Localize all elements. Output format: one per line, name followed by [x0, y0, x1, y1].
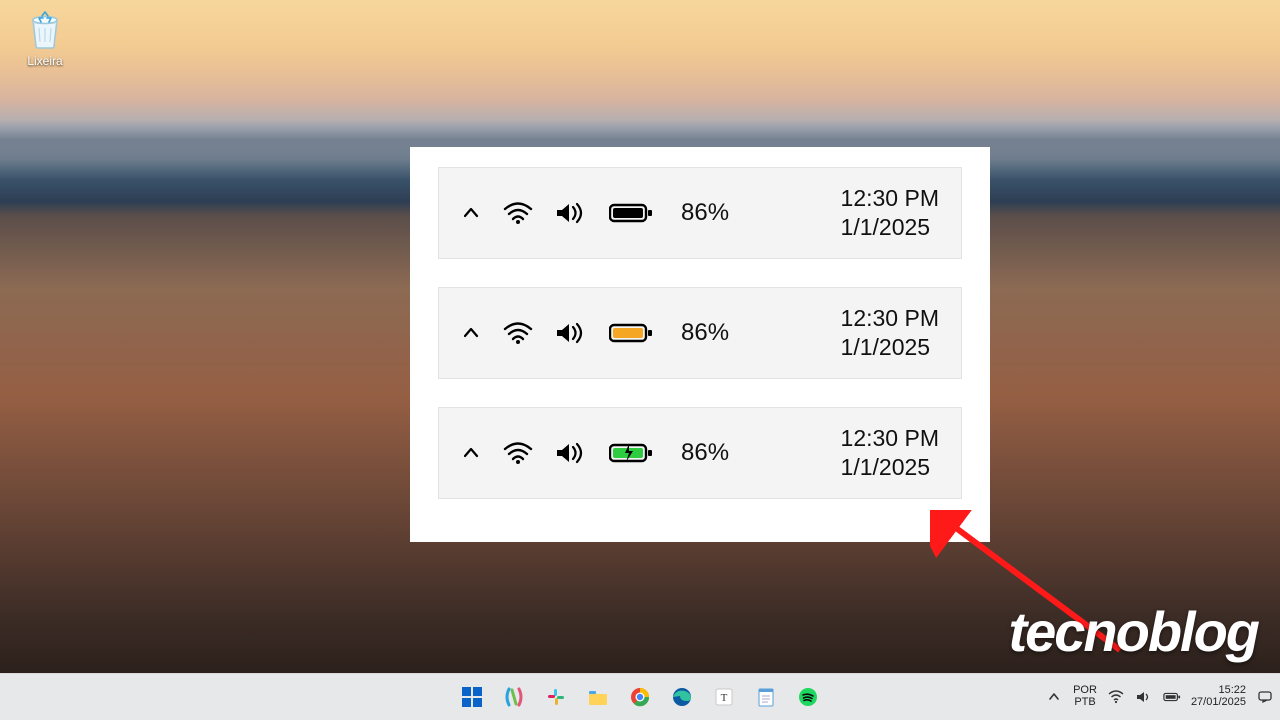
recycle-bin-icon: [23, 8, 67, 52]
battery-icon: [1163, 691, 1181, 703]
tray-time: 12:30 PM: [841, 304, 939, 333]
chevron-up-icon[interactable]: [461, 443, 481, 463]
taskbar-app-spotify[interactable]: [791, 680, 825, 714]
taskbar-app-chrome[interactable]: [623, 680, 657, 714]
volume-icon[interactable]: [555, 441, 587, 465]
recycle-bin-label: Lixeira: [10, 54, 80, 68]
taskbar-app-text[interactable]: T: [707, 680, 741, 714]
battery-icon[interactable]: [609, 202, 653, 224]
taskbar-clock[interactable]: 15:22 27/01/2025: [1191, 685, 1246, 708]
taskbar-app-notepad[interactable]: [749, 680, 783, 714]
battery-percent: 86%: [681, 439, 729, 467]
edge-icon: [672, 687, 692, 707]
tray-date: 1/1/2025: [841, 453, 939, 482]
tray-notifications[interactable]: [1256, 688, 1274, 706]
svg-text:T: T: [721, 692, 728, 704]
tray-examples-card: 86% 12:30 PM 1/1/2025 86% 12:30 PM 1/1/2…: [410, 147, 990, 542]
notification-icon: [1257, 689, 1273, 705]
copilot-icon: [503, 686, 525, 708]
tray-wifi[interactable]: [1107, 688, 1125, 706]
tray-datetime[interactable]: 12:30 PM 1/1/2025: [841, 304, 939, 362]
wifi-icon[interactable]: [503, 441, 533, 465]
notepad-icon: [756, 686, 776, 708]
tray-date: 1/1/2025: [841, 213, 939, 242]
taskbar-date: 27/01/2025: [1191, 697, 1246, 709]
recycle-bin[interactable]: Lixeira: [10, 8, 80, 68]
slack-icon: [546, 687, 566, 707]
chevron-up-icon[interactable]: [461, 323, 481, 343]
battery-icon[interactable]: [609, 322, 653, 344]
tray-time: 12:30 PM: [841, 184, 939, 213]
chevron-up-icon: [1048, 691, 1060, 703]
battery-percent: 86%: [681, 319, 729, 347]
taskbar-system-tray: POR PTB 15:22 27/01/2025: [1045, 685, 1274, 708]
tray-date: 1/1/2025: [841, 333, 939, 362]
folder-icon: [587, 687, 609, 707]
wifi-icon: [1108, 690, 1124, 704]
volume-icon[interactable]: [555, 321, 587, 345]
start-button[interactable]: [455, 680, 489, 714]
tray-overflow-button[interactable]: [1045, 688, 1063, 706]
tray-battery[interactable]: [1163, 688, 1181, 706]
chevron-up-icon[interactable]: [461, 203, 481, 223]
taskbar-app-copilot[interactable]: [497, 680, 531, 714]
volume-icon: [1136, 690, 1152, 704]
taskbar-app-edge[interactable]: [665, 680, 699, 714]
tray-datetime[interactable]: 12:30 PM 1/1/2025: [841, 184, 939, 242]
taskbar-app-slack[interactable]: [539, 680, 573, 714]
volume-icon[interactable]: [555, 201, 587, 225]
tray-sample: 86% 12:30 PM 1/1/2025: [438, 167, 962, 259]
text-app-icon: T: [714, 687, 734, 707]
wifi-icon[interactable]: [503, 201, 533, 225]
taskbar-app-explorer[interactable]: [581, 680, 615, 714]
tray-volume[interactable]: [1135, 688, 1153, 706]
tray-sample: 86% 12:30 PM 1/1/2025: [438, 287, 962, 379]
wifi-icon[interactable]: [503, 321, 533, 345]
tray-time: 12:30 PM: [841, 424, 939, 453]
spotify-icon: [798, 687, 818, 707]
battery-percent: 86%: [681, 199, 729, 227]
lang-line2: PTB: [1073, 697, 1097, 709]
battery-charging-icon[interactable]: [609, 442, 653, 464]
tray-sample: 86% 12:30 PM 1/1/2025: [438, 407, 962, 499]
windows-icon: [461, 686, 483, 708]
language-indicator[interactable]: POR PTB: [1073, 685, 1097, 708]
taskbar-pinned-apps: T: [455, 680, 825, 714]
chrome-icon: [630, 687, 650, 707]
tray-datetime[interactable]: 12:30 PM 1/1/2025: [841, 424, 939, 482]
taskbar: T POR PTB 15:22 27/01/2025: [0, 673, 1280, 720]
watermark: tecnoblog: [1008, 599, 1258, 664]
